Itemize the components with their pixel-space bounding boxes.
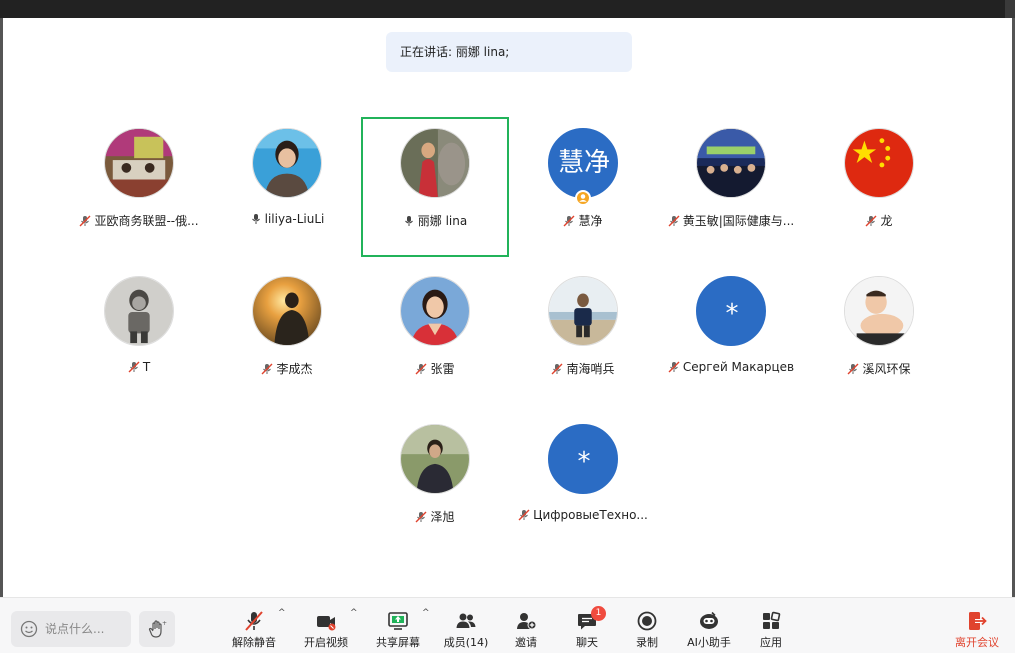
- host-icon: [575, 190, 591, 206]
- participant-name: 慧净: [578, 214, 603, 228]
- participant-tile[interactable]: liliya-LiuLi: [213, 118, 361, 258]
- participant-avatar: [104, 128, 174, 198]
- participant-name: 泽旭: [430, 510, 455, 524]
- mic-muted-icon: [847, 363, 859, 378]
- video-options-chevron-icon[interactable]: ^: [350, 608, 358, 618]
- participant-name: Сергей Макарцев: [682, 360, 795, 374]
- participant-tile[interactable]: 泽旭: [361, 414, 509, 554]
- raise-hand-icon: +: [148, 620, 167, 638]
- participant-name: liliya-LiuLi: [264, 212, 325, 226]
- participant-name: T: [142, 360, 151, 374]
- participant-avatar: [252, 276, 322, 346]
- apps-button[interactable]: 应用: [751, 610, 791, 650]
- participant-name: 南海哨兵: [566, 362, 615, 376]
- chat-placeholder: 说点什么...: [45, 622, 105, 636]
- participant-tile[interactable]: 黄玉敏|国际健康与...: [657, 118, 805, 258]
- participant-name: 黄玉敏|国际健康与...: [682, 214, 795, 228]
- participant-tile-active[interactable]: 丽娜 lina: [361, 117, 509, 257]
- mic-icon: [403, 215, 415, 230]
- members-button[interactable]: 成员(14): [440, 610, 492, 650]
- apps-grid-icon: [763, 611, 781, 629]
- mic-muted-icon: [668, 215, 680, 230]
- participant-name: 龙: [880, 214, 893, 228]
- participant-avatar: [844, 276, 914, 346]
- mic-muted-icon: [865, 215, 877, 230]
- participant-tile[interactable]: 李成杰: [213, 266, 361, 406]
- participant-avatar: [104, 276, 174, 346]
- participant-name: ЦифровыеТехно...: [533, 508, 648, 522]
- participant-tile[interactable]: 慧净 慧净: [509, 118, 657, 258]
- svg-text:+: +: [162, 620, 167, 627]
- share-screen-button[interactable]: 共享屏幕: [370, 610, 426, 650]
- participant-avatar: [696, 128, 766, 198]
- record-button[interactable]: 录制: [627, 610, 667, 650]
- participant-tile[interactable]: * ЦифровыеТехно...: [509, 414, 657, 554]
- raise-hand-button[interactable]: +: [139, 611, 175, 647]
- mic-muted-icon: [128, 361, 140, 376]
- record-icon: [637, 611, 657, 631]
- leave-meeting-button[interactable]: 离开会议: [948, 610, 1006, 650]
- unmute-options-chevron-icon[interactable]: ^: [278, 608, 286, 618]
- participant-avatar: [252, 128, 322, 198]
- share-options-chevron-icon[interactable]: ^: [422, 608, 430, 618]
- participant-avatar: [400, 424, 470, 494]
- participant-tile[interactable]: 龙: [805, 118, 953, 258]
- mic-muted-icon: [415, 511, 427, 526]
- mic-muted-icon: [551, 363, 563, 378]
- participant-avatar: [400, 276, 470, 346]
- invite-button[interactable]: 邀请: [506, 610, 546, 650]
- participant-avatar: *: [548, 424, 618, 494]
- ai-assistant-icon: [700, 611, 718, 629]
- participant-tile[interactable]: * Сергей Макарцев: [657, 266, 805, 406]
- participant-tile[interactable]: 溪风环保: [805, 266, 953, 406]
- participant-tile[interactable]: 张雷: [361, 266, 509, 406]
- participant-tile[interactable]: 亚欧商务联盟--俄...: [65, 118, 213, 258]
- mic-muted-icon: [261, 363, 273, 378]
- ai-assistant-button[interactable]: AI小助手: [681, 610, 737, 650]
- participant-avatar: *: [696, 276, 766, 346]
- start-video-button[interactable]: 开启视频: [298, 610, 354, 650]
- participant-tile[interactable]: T: [65, 266, 213, 406]
- add-user-icon: [517, 613, 537, 630]
- emoji-icon[interactable]: [20, 620, 38, 638]
- participant-name: 张雷: [430, 362, 455, 376]
- unmute-button[interactable]: 解除静音: [226, 610, 282, 650]
- mic-muted-icon: [518, 509, 530, 524]
- chat-quick-input[interactable]: 说点什么...: [11, 611, 131, 647]
- mic-muted-icon: [563, 215, 575, 230]
- mic-icon: [250, 213, 262, 228]
- video-off-icon: [317, 616, 336, 631]
- mic-muted-icon: [668, 361, 680, 376]
- chat-button[interactable]: 1 聊天: [567, 606, 607, 650]
- members-icon: [456, 613, 476, 628]
- share-screen-icon: [388, 612, 408, 630]
- participant-name: 亚欧商务联盟--俄...: [94, 214, 199, 228]
- unread-badge: 1: [591, 606, 606, 621]
- participant-avatar: [400, 128, 470, 198]
- participant-avatar: [548, 276, 618, 346]
- meeting-toolbar: 说点什么... + 解除静音 ^ 开启视频 ^ 共享屏幕 ^ 成员(14) 邀请…: [0, 597, 1015, 653]
- participant-name: 溪风环保: [862, 362, 911, 376]
- mic-muted-icon: [79, 215, 91, 230]
- participant-avatar: 慧净: [548, 128, 618, 198]
- mic-muted-icon: [415, 363, 427, 378]
- participant-name: 李成杰: [276, 362, 313, 376]
- mic-muted-icon: [245, 611, 263, 631]
- participant-avatar: [844, 128, 914, 198]
- participant-name: 丽娜 lina: [417, 214, 468, 228]
- participant-tile[interactable]: 南海哨兵: [509, 266, 657, 406]
- exit-icon: [969, 612, 987, 630]
- participant-grid: 亚欧商务联盟--俄... liliya-LiuLi 丽娜 lina 慧净 慧净 …: [0, 0, 1015, 590]
